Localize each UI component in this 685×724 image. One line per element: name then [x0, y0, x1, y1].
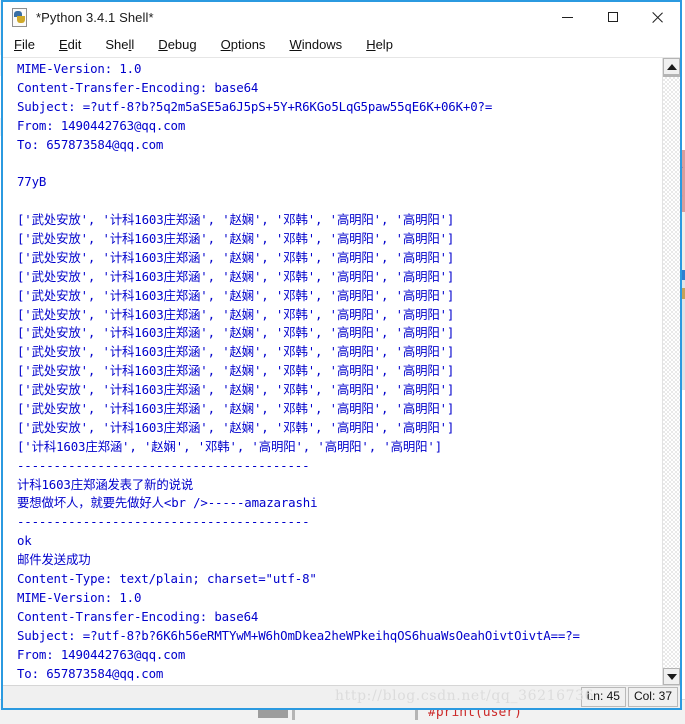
shell-output-line: ['武处安放', '计科1603庄郑涵', '赵娴', '邓韩', '高明阳',…: [17, 325, 455, 341]
shell-output-line: ['武处安放', '计科1603庄郑涵', '赵娴', '邓韩', '高明阳',…: [17, 363, 455, 379]
menu-item-shell[interactable]: Shell: [105, 36, 145, 53]
python-file-icon: [11, 8, 29, 27]
shell-output-line: MIME-Version: 1.0: [17, 589, 142, 605]
status-line-indicator: Ln: 45: [580, 687, 626, 707]
shell-output-line: From: 1490442763@qq.com: [17, 646, 186, 662]
shell-output-line: ----------------------------------------: [17, 514, 310, 530]
watermark-text: http://blog.csdn.net/qq_36216736: [335, 688, 595, 704]
maximize-icon: [607, 12, 618, 22]
menu-item-help[interactable]: Help: [366, 36, 404, 53]
shell-output-line: [17, 154, 662, 173]
menu-item-debug[interactable]: Debug: [158, 36, 207, 53]
status-bar: http://blog.csdn.net/qq_36216736 Ln: 45 …: [3, 685, 680, 708]
triangle-down-icon: [666, 673, 677, 680]
title-bar[interactable]: *Python 3.4.1 Shell*: [3, 2, 680, 32]
scroll-up-arrow[interactable]: [663, 58, 680, 75]
shell-output-line: ['武处安放', '计科1603庄郑涵', '赵娴', '邓韩', '高明阳',…: [17, 249, 455, 265]
shell-output-line: 邮件发送成功: [17, 552, 91, 568]
menu-item-windows[interactable]: Windows: [289, 36, 353, 53]
shell-output-line: ['计科1603庄郑涵', '赵娴', '邓韩', '高明阳', '高明阳', …: [17, 438, 443, 454]
shell-output-line: ['武处安放', '计科1603庄郑涵', '赵娴', '邓韩', '高明阳',…: [17, 382, 455, 398]
desktop-background: 目 S 算 he ◄ m 尺 刀 #print(user) *Python 3.…: [0, 0, 685, 724]
status-column-indicator: Col: 37: [627, 687, 678, 707]
menu-bar: File Edit Shell Debug Options Windows He…: [3, 32, 680, 57]
shell-output-line: ['武处安放', '计科1603庄郑涵', '赵娴', '邓韩', '高明阳',…: [17, 212, 455, 228]
shell-output-line: MIME-Version: 1.0: [17, 61, 142, 76]
shell-output-line: ['武处安放', '计科1603庄郑涵', '赵娴', '邓韩', '高明阳',…: [17, 306, 455, 322]
shell-output-text[interactable]: MIME-Version: 1.0 Content-Transfer-Encodi…: [3, 58, 662, 685]
shell-body: MIME-Version: 1.0 Content-Transfer-Encodi…: [3, 57, 680, 685]
close-button[interactable]: [635, 2, 680, 32]
triangle-up-icon: [666, 63, 677, 70]
python-shell-window: *Python 3.4.1 Shell* File Edit Shell Deb…: [1, 0, 682, 710]
shell-output-line: [17, 192, 662, 211]
shell-output-line: Subject: =?utf-8?b?5q2m5aSE5a6J5pS+5Y+R6…: [17, 98, 493, 114]
shell-output-line: From: 1490442763@qq.com: [17, 117, 186, 133]
vertical-scrollbar[interactable]: [662, 58, 680, 685]
shell-output-line: Content-Transfer-Encoding: base64: [17, 79, 259, 95]
shell-output-line: 要想做坏人，就要先做好人<br />-----amazarashi: [17, 495, 318, 511]
shell-output-line: ['武处安放', '计科1603庄郑涵', '赵娴', '邓韩', '高明阳',…: [17, 287, 455, 303]
shell-output-line: ['武处安放', '计科1603庄郑涵', '赵娴', '邓韩', '高明阳',…: [17, 231, 455, 247]
close-icon: [652, 11, 664, 23]
shell-output-line: To: 657873584@qq.com: [17, 665, 164, 681]
shell-output-line: ----------------------------------------: [17, 457, 310, 473]
shell-output-line: To: 657873584@qq.com: [17, 136, 164, 152]
scrollbar-track[interactable]: [663, 75, 680, 668]
scrollbar-thumb[interactable]: [663, 75, 680, 77]
minimize-button[interactable]: [545, 2, 590, 32]
scroll-down-arrow[interactable]: [663, 668, 680, 685]
menu-item-edit[interactable]: Edit: [59, 36, 92, 53]
window-title: *Python 3.4.1 Shell*: [36, 9, 154, 25]
window-controls: [545, 2, 680, 32]
shell-output-line: ['武处安放', '计科1603庄郑涵', '赵娴', '邓韩', '高明阳',…: [17, 344, 455, 360]
shell-output-line: Subject: =?utf-8?b?6K6h56eRMTYwM+W6hOmDk…: [17, 627, 580, 643]
minimize-icon: [562, 16, 573, 18]
maximize-button[interactable]: [590, 2, 635, 32]
shell-output-line: Content-Transfer-Encoding: base64: [17, 608, 259, 624]
shell-output-line: Content-Type: text/plain; charset="utf-8…: [17, 571, 317, 587]
menu-item-file[interactable]: File: [14, 36, 46, 53]
shell-output-line: ['武处安放', '计科1603庄郑涵', '赵娴', '邓韩', '高明阳',…: [17, 401, 455, 417]
menu-item-options[interactable]: Options: [221, 36, 277, 53]
shell-output-line: 77yB: [17, 174, 47, 190]
shell-output-line: ['武处安放', '计科1603庄郑涵', '赵娴', '邓韩', '高明阳',…: [17, 268, 455, 284]
shell-output-line: 计科1603庄郑涵发表了新的说说: [17, 476, 194, 492]
shell-output-line: ok: [17, 533, 32, 549]
shell-output-line: ['武处安放', '计科1603庄郑涵', '赵娴', '邓韩', '高明阳',…: [17, 419, 455, 435]
